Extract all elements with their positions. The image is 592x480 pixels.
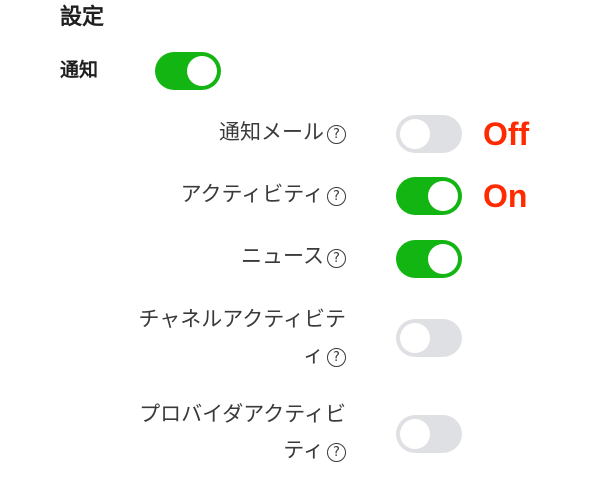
setting-label-email: 通知メール? xyxy=(66,117,346,147)
activity-state-text: On xyxy=(483,178,528,214)
toggle-knob xyxy=(428,244,458,274)
setting-label-channel-activity: チャネルアクティビテ ィ? xyxy=(66,304,346,370)
help-icon[interactable]: ? xyxy=(327,187,346,206)
toggle-knob xyxy=(400,419,430,449)
setting-label-text: ニュース xyxy=(241,244,324,268)
email-notification-toggle[interactable] xyxy=(396,115,462,153)
help-icon[interactable]: ? xyxy=(327,249,346,268)
toggle-knob xyxy=(428,181,458,211)
notifications-label: 通知 xyxy=(60,59,99,81)
news-toggle[interactable] xyxy=(396,240,462,278)
setting-label-activity: アクティビティ? xyxy=(66,179,346,209)
help-icon[interactable]: ? xyxy=(327,125,346,144)
activity-toggle[interactable] xyxy=(396,177,462,215)
notifications-toggle[interactable] xyxy=(155,52,221,90)
setting-label-line: チャネルアクティビテ xyxy=(138,307,346,331)
help-icon[interactable]: ? xyxy=(327,348,346,367)
toggle-knob xyxy=(400,323,430,353)
channel-activity-toggle[interactable] xyxy=(396,319,462,357)
help-icon[interactable]: ? xyxy=(327,443,346,462)
setting-label-line: ィ xyxy=(303,343,324,367)
email-state-text: Off xyxy=(483,116,530,152)
page-title: 設定 xyxy=(60,5,105,30)
provider-activity-toggle[interactable] xyxy=(396,415,462,453)
setting-label-news: ニュース? xyxy=(66,241,346,271)
toggle-knob xyxy=(400,119,430,149)
setting-label-line: ティ xyxy=(283,438,324,462)
setting-label-text: 通知メール xyxy=(219,120,324,144)
setting-label-text: アクティビティ xyxy=(180,182,324,206)
setting-label-line: プロバイダアクティビ xyxy=(139,402,346,426)
toggle-knob xyxy=(187,56,217,86)
setting-label-provider-activity: プロバイダアクティビ ティ? xyxy=(66,399,346,465)
